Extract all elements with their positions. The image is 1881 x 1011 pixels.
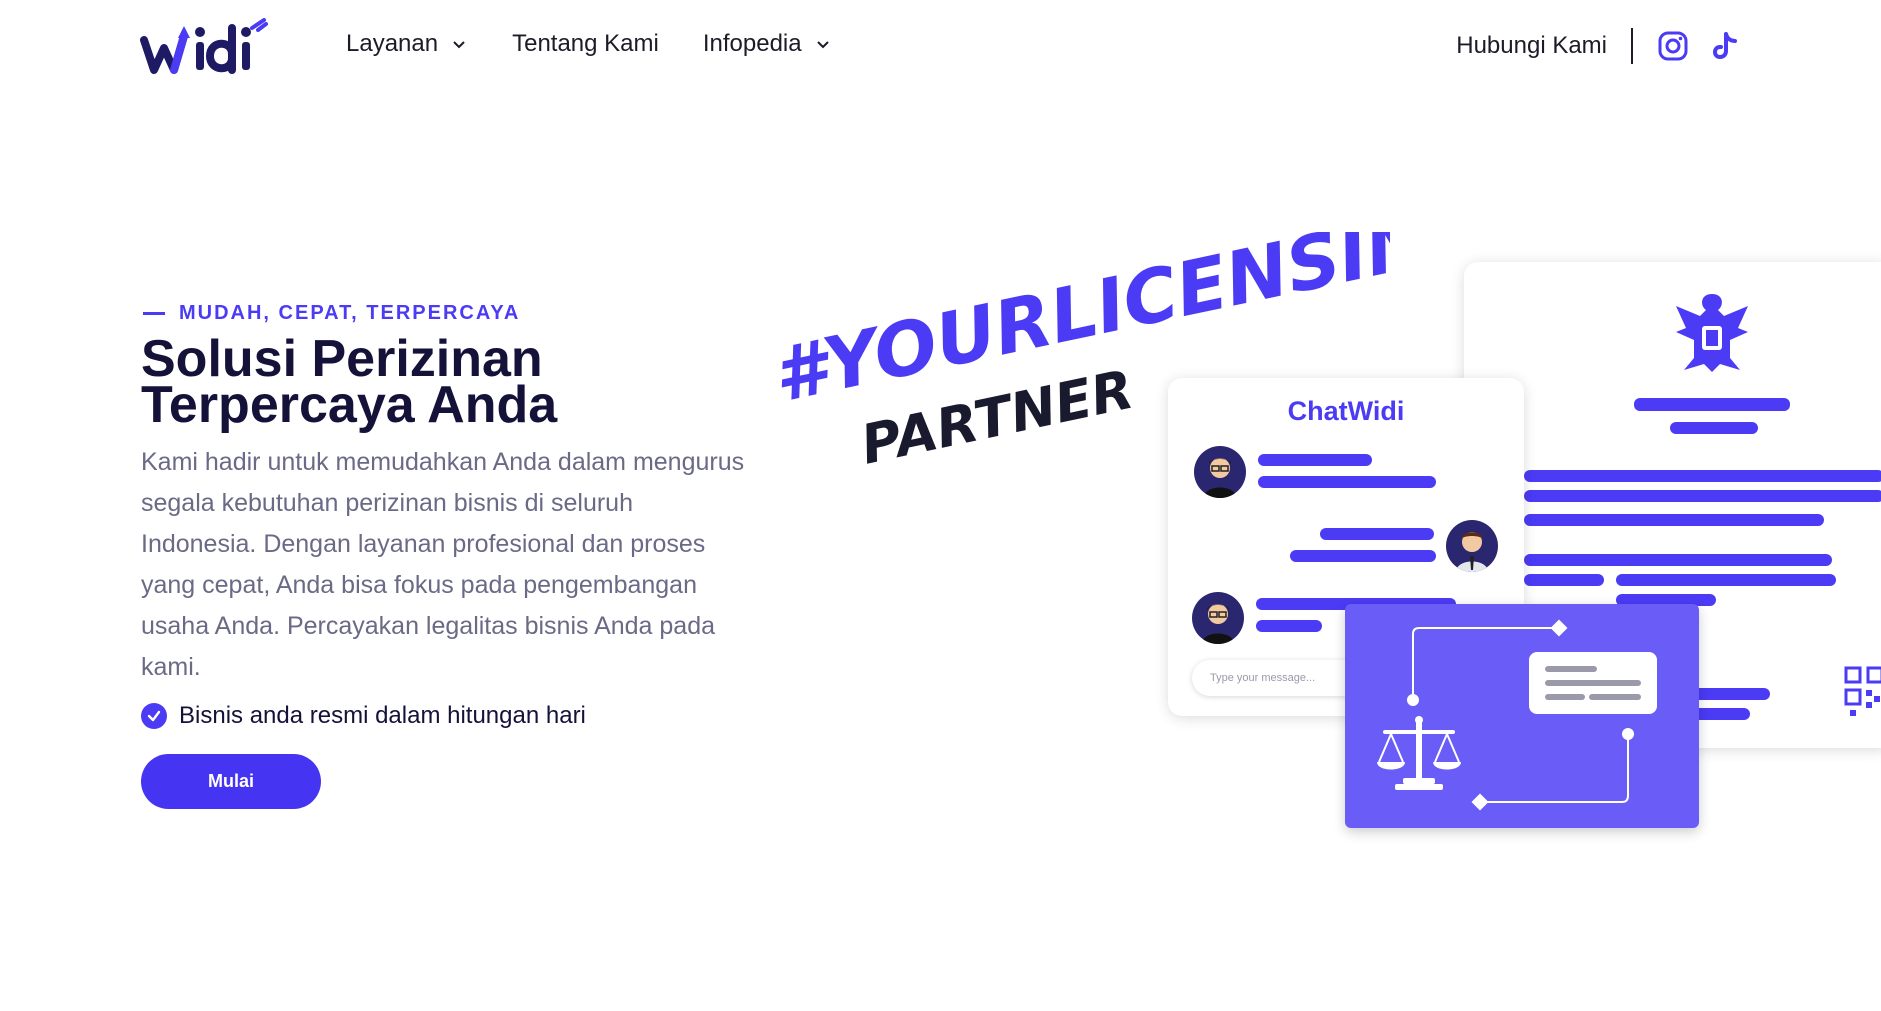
nav-item-label: Tentang Kami (512, 30, 659, 57)
avatar (1446, 520, 1498, 572)
nav-item-infopedia[interactable]: Infopedia (703, 30, 832, 58)
chat-title: ChatWidi (1287, 396, 1405, 426)
cert-line (1634, 398, 1790, 411)
nav-right-group: Hubungi Kami (1456, 28, 1741, 64)
check-icon (141, 703, 167, 729)
chat-line (1256, 620, 1322, 632)
cert-line (1670, 422, 1758, 434)
chat-line (1258, 454, 1372, 466)
chevron-down-icon (816, 41, 829, 49)
cert-line (1616, 574, 1836, 586)
chat-line (1258, 476, 1436, 488)
cert-line (1524, 490, 1881, 502)
nav-divider (1631, 28, 1633, 64)
chat-line (1290, 550, 1436, 562)
cert-line (1524, 470, 1881, 482)
cert-line (1524, 574, 1604, 586)
hero-description: Kami hadir untuk memudahkan Anda dalam m… (141, 448, 745, 681)
avatar (1194, 446, 1246, 498)
start-button[interactable]: Mulai (141, 754, 321, 809)
eyebrow-dash (143, 312, 165, 315)
cert-line (1616, 554, 1832, 566)
widi-logo-mark (140, 18, 268, 74)
cert-line (1524, 514, 1824, 526)
qr-code-icon (1844, 666, 1881, 716)
chevron-down-icon (453, 41, 465, 49)
contact-link[interactable]: Hubungi Kami (1456, 32, 1607, 60)
hero-eyebrow: MUDAH, CEPAT, TERPERCAYA (143, 302, 520, 325)
top-navigation: Layanan Tentang Kami Infopedia Hubungi K… (0, 0, 1881, 96)
main-menu: Layanan Tentang Kami Infopedia (346, 30, 832, 58)
legal-process-card (1345, 604, 1699, 828)
nav-item-tentang-kami[interactable]: Tentang Kami (512, 30, 659, 58)
checkpoint-text: Bisnis anda resmi dalam hitungan hari (179, 702, 586, 729)
instagram-icon[interactable] (1657, 30, 1689, 62)
chat-line (1320, 528, 1434, 540)
avatar (1192, 592, 1244, 644)
hero-checkpoint: Bisnis anda resmi dalam hitungan hari (141, 702, 586, 730)
nav-item-label: Layanan (346, 30, 439, 57)
widi-logo[interactable] (140, 18, 270, 80)
nav-item-label: Infopedia (702, 30, 802, 57)
garuda-emblem-icon (1676, 294, 1748, 372)
nav-item-layanan[interactable]: Layanan (346, 30, 468, 58)
scales-of-justice-icon (1377, 716, 1461, 790)
hero-title: Solusi Perizinan Terpercaya Anda (141, 330, 558, 434)
tiktok-icon[interactable] (1709, 30, 1741, 62)
eyebrow-text: MUDAH, CEPAT, TERPERCAYA (179, 302, 521, 324)
